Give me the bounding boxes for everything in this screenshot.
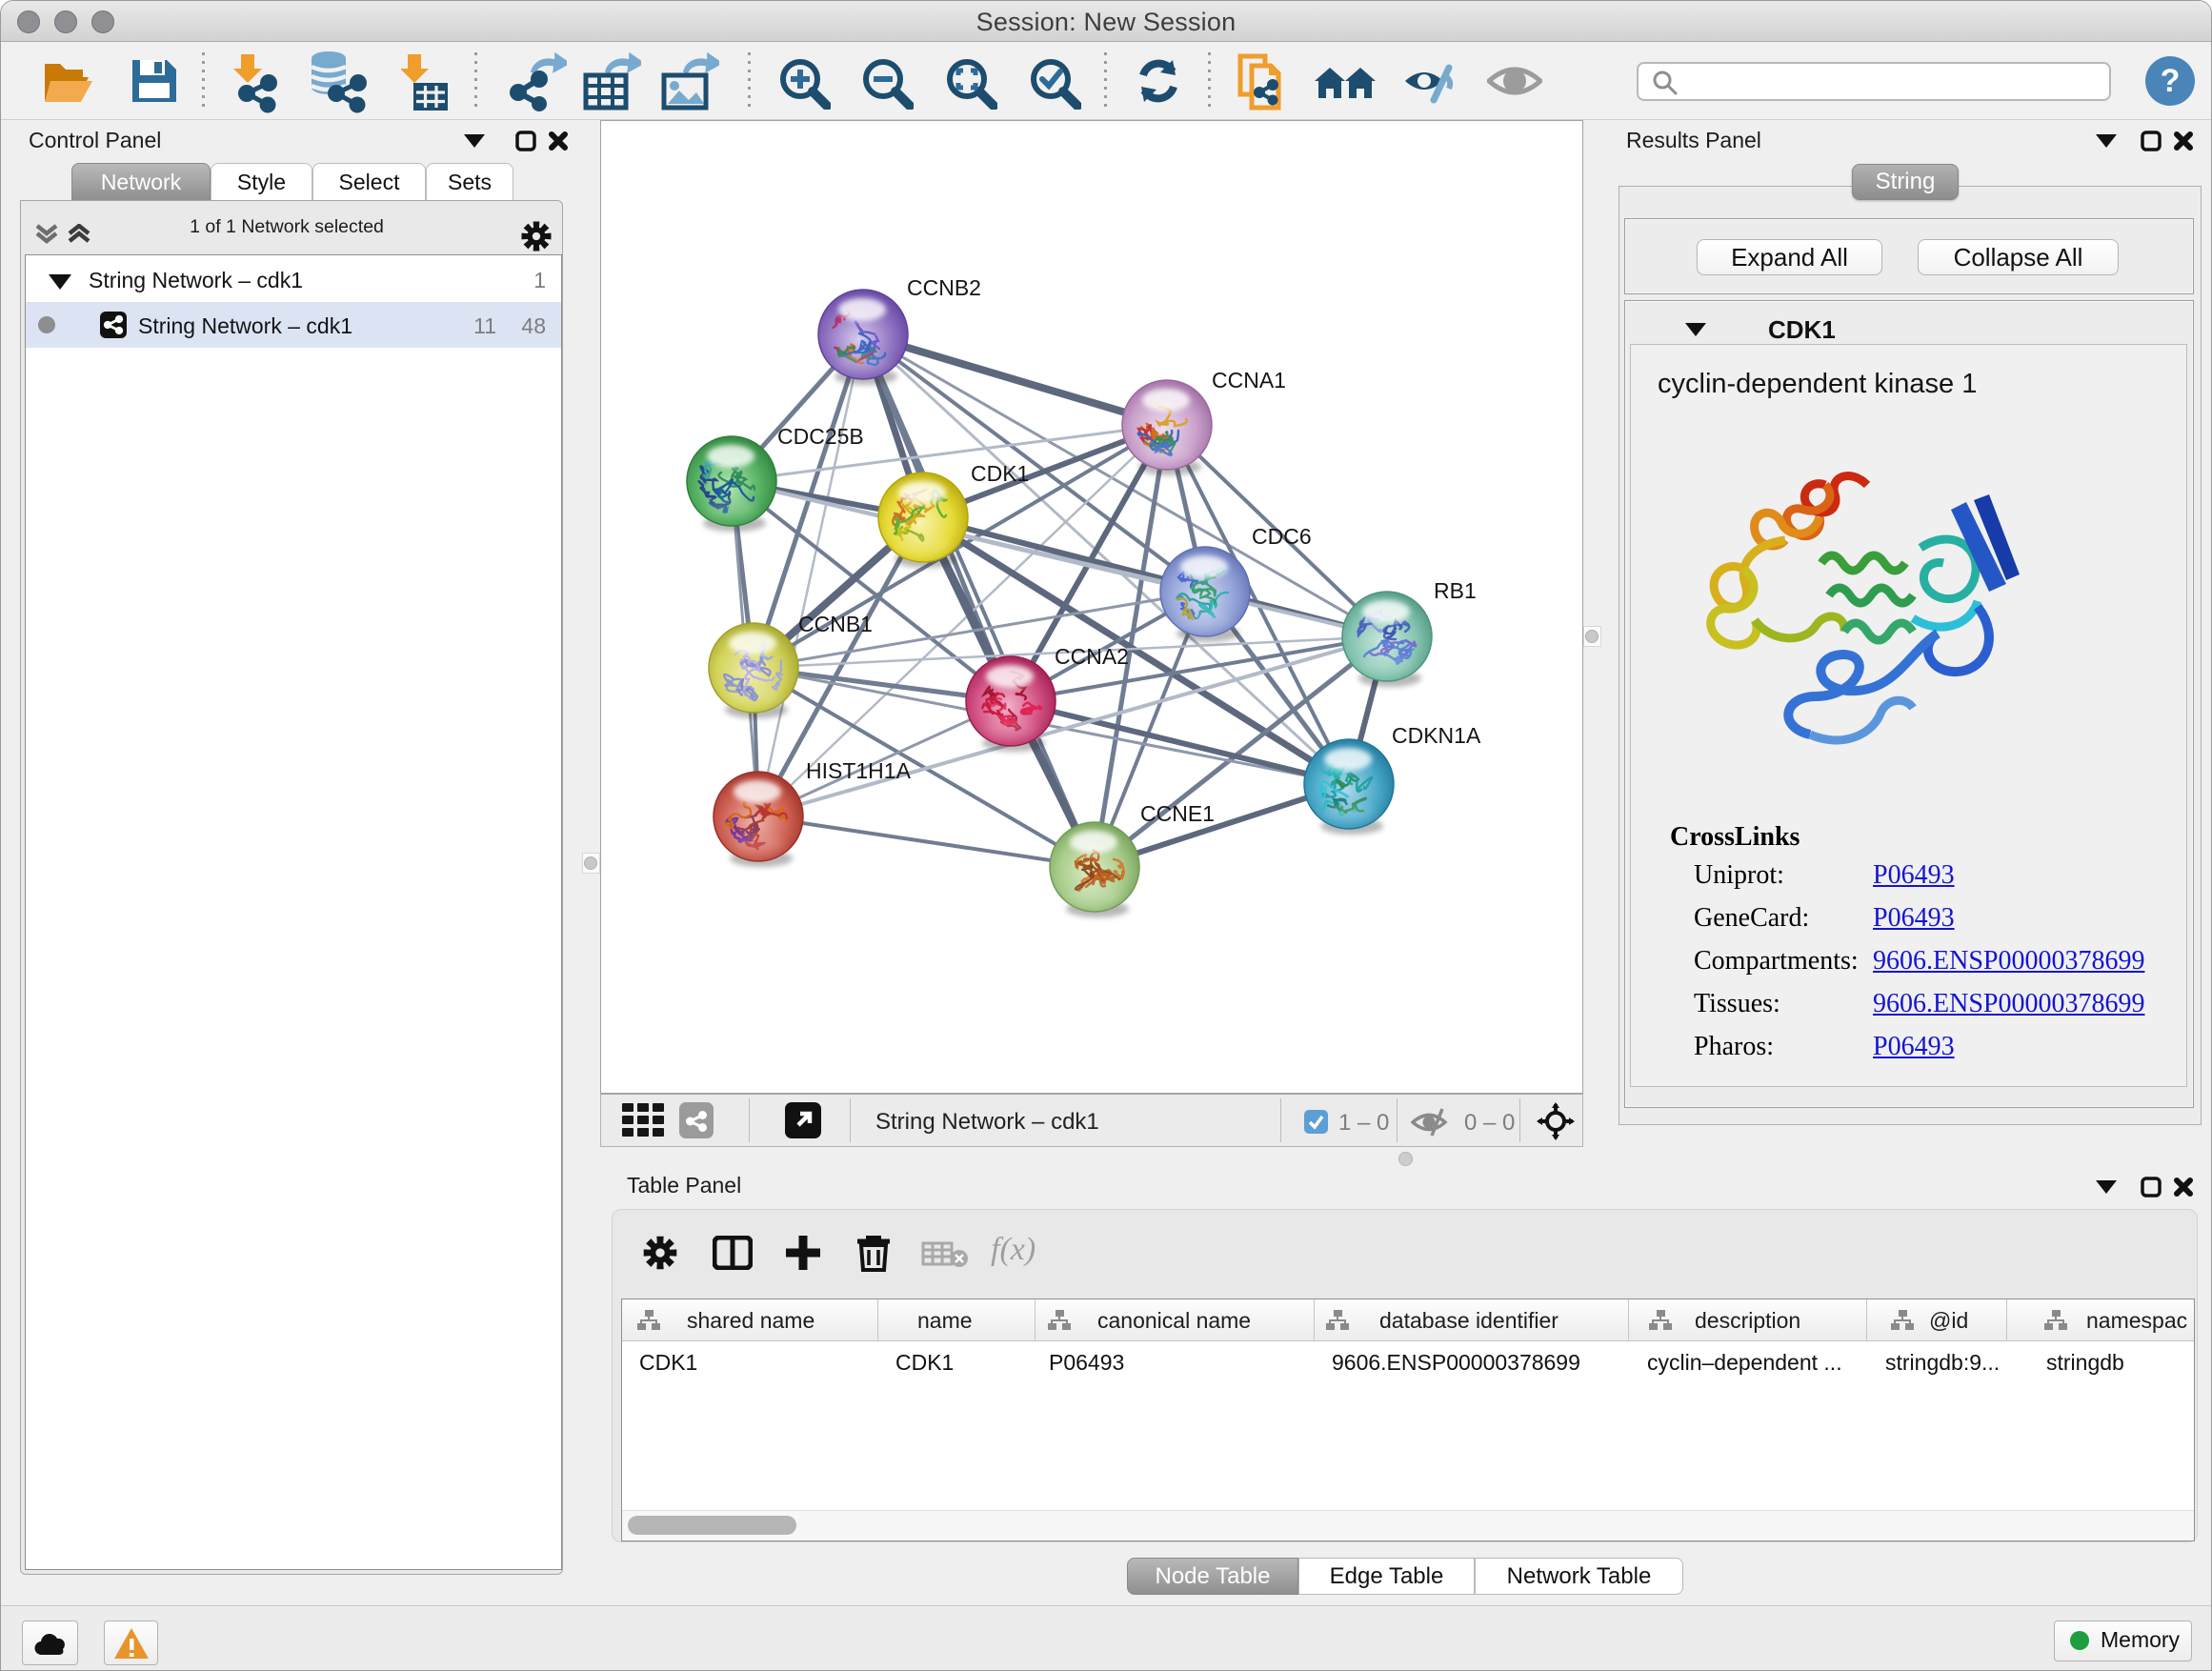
svg-text:CDC6: CDC6 [1252,524,1312,549]
svg-text:CDC25B: CDC25B [777,424,864,449]
svg-text:RB1: RB1 [1434,578,1477,603]
svg-text:CCNA1: CCNA1 [1212,368,1286,393]
svg-text:CCNA2: CCNA2 [1055,644,1129,669]
svg-text:CCNB1: CCNB1 [798,612,873,636]
svg-text:?: ? [2161,63,2181,99]
svg-text:HIST1H1A: HIST1H1A [806,758,912,783]
svg-text:CDK1: CDK1 [971,461,1029,486]
svg-text:CDKN1A: CDKN1A [1392,723,1481,748]
svg-text:CCNB2: CCNB2 [907,275,981,300]
svg-text:CCNE1: CCNE1 [1140,801,1215,826]
